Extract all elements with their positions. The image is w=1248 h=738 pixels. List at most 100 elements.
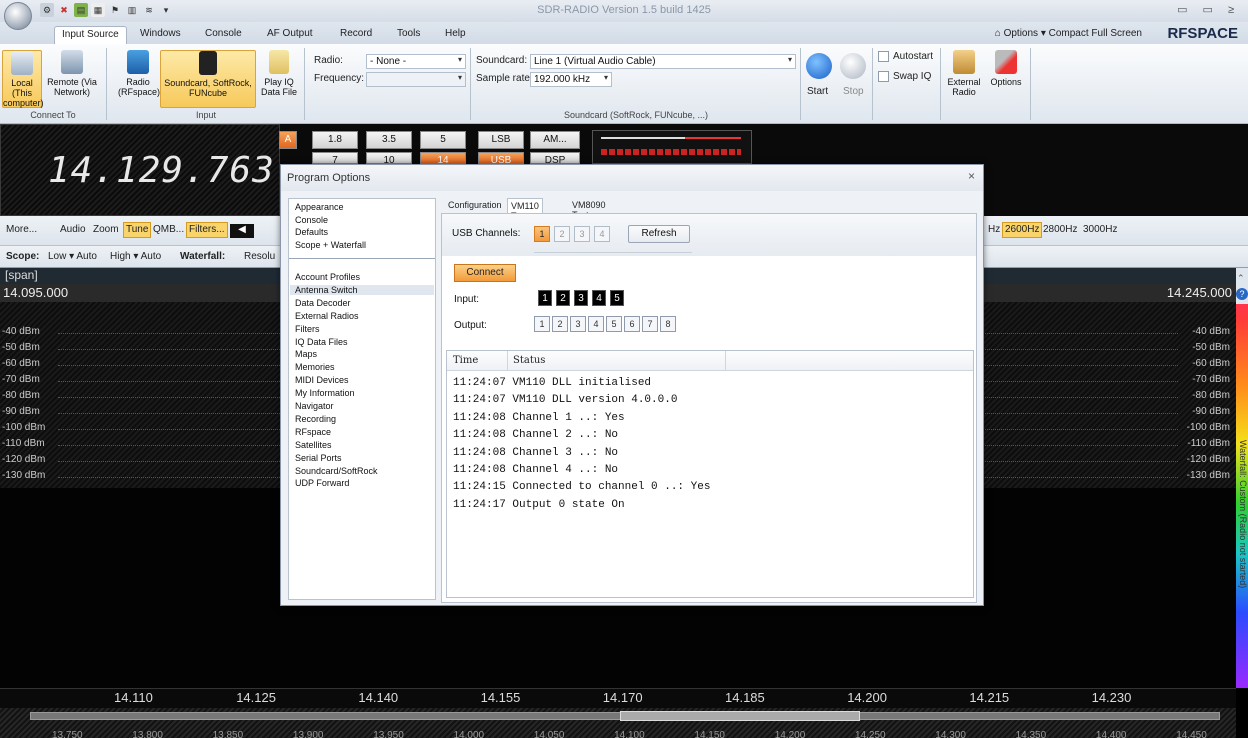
tune-button[interactable]: Tune [123,222,152,238]
time-column-header[interactable]: Time [453,355,478,366]
radio-select[interactable]: - None - ▾ [366,54,466,69]
low-auto-dropdown[interactable]: Low ▾ Auto [48,251,97,262]
filter-3000[interactable]: 3000Hz [1083,224,1117,235]
output-button[interactable]: 1 [534,316,550,332]
options-item[interactable]: Maps [295,349,317,359]
zoom-slider-thumb[interactable] [620,711,860,721]
help-icon[interactable]: ? [1236,288,1248,300]
tab-af-output[interactable]: AF Output [260,26,320,44]
options-button[interactable]: Options [986,50,1026,87]
usb-channel-4[interactable]: 4 [594,226,610,242]
output-button[interactable]: 6 [624,316,640,332]
options-item[interactable]: UDP Forward [295,478,349,488]
options-item[interactable]: Navigator [295,401,334,411]
remote-network-button[interactable]: Remote (Via Network) [44,50,100,97]
compact-link[interactable]: Compact [1049,28,1089,39]
output-button[interactable]: 3 [570,316,586,332]
options-item[interactable]: Soundcard/SoftRock [295,466,378,476]
collapse-icon[interactable]: ⌃ [1237,273,1245,284]
zoom-button[interactable]: Zoom [93,224,119,235]
frequency-select[interactable]: ▾ [366,72,466,87]
usb-channel-2[interactable]: 2 [554,226,570,242]
output-button[interactable]: 2 [552,316,568,332]
options-item[interactable]: MIDI Devices [295,375,349,385]
external-radio-button[interactable]: External Radio [944,50,984,97]
start-icon[interactable] [806,53,832,79]
tab-vm8090-test[interactable]: VM8090 Test [569,198,609,220]
refresh-button[interactable]: Refresh [628,225,690,243]
tab-console[interactable]: Console [198,26,249,44]
filter-2800[interactable]: 2800Hz [1043,224,1077,235]
usb-channel-3[interactable]: 3 [574,226,590,242]
tab-windows[interactable]: Windows [133,26,188,44]
more-button[interactable]: More... [6,224,37,235]
output-button[interactable]: 7 [642,316,658,332]
filter-2600[interactable]: 2600Hz [1002,222,1043,238]
audio-button[interactable]: Audio [60,224,86,235]
mode-lsb[interactable]: LSB [478,131,524,149]
application-orb-button[interactable] [4,2,32,30]
options-item[interactable]: Scope + Waterfall [295,240,366,250]
options-item[interactable]: Memories [295,362,335,372]
mode-am[interactable]: AM... [530,131,580,149]
tab-record[interactable]: Record [333,26,379,44]
autostart-checkbox[interactable]: Autostart [878,51,933,62]
radio-rfspace-button[interactable]: Radio (RFspace) [118,50,160,97]
soundcard-select[interactable]: Line 1 (Virtual Audio Cable) ▾ [530,54,796,69]
play-iq-button[interactable]: Play IQ Data File [258,50,300,97]
options-item[interactable]: Satellites [295,440,332,450]
local-computer-button[interactable]: Local (This computer) [2,50,44,108]
usb-channel-1[interactable]: 1 [534,226,550,242]
swap-iq-checkbox[interactable]: Swap IQ [878,71,931,82]
output-button[interactable]: 5 [606,316,622,332]
band-14[interactable]: 14 [420,152,466,166]
mode-dsp[interactable]: DSP [530,152,580,166]
soundcard-button[interactable]: Soundcard, SoftRock, FUNcube [160,50,256,108]
sample-rate-select[interactable]: 192.000 kHz ▾ [530,72,612,87]
frequency-display[interactable]: 14.129.763 [48,150,275,191]
options-item[interactable]: Defaults [295,227,328,237]
close-icon[interactable]: × [968,169,975,183]
tab-configuration[interactable]: Configuration [445,198,505,214]
qmb-button[interactable]: QMB... [153,224,184,235]
status-column-header[interactable]: Status [513,355,545,366]
resolution-dropdown[interactable]: Resolu [244,251,275,262]
start-button[interactable]: Start [807,86,828,97]
options-item[interactable]: RFspace [295,427,331,437]
high-auto-dropdown[interactable]: High ▾ Auto [110,251,161,262]
output-button[interactable]: 4 [588,316,604,332]
band-3-5[interactable]: 3.5 [366,131,412,149]
window-controls[interactable]: ▭ ▭ ≥ [1177,3,1240,16]
connect-button[interactable]: Connect [454,264,516,282]
band-1-8[interactable]: 1.8 [312,131,358,149]
status-log[interactable]: Time Status 11:24:07 VM110 DLL initialis… [446,350,974,598]
stop-button[interactable]: Stop [843,86,864,97]
options-item[interactable]: Account Profiles [295,272,360,282]
options-item[interactable]: Appearance [295,202,344,212]
options-item[interactable]: Filters [295,324,320,334]
a-button[interactable]: A [279,131,297,149]
tab-input-source[interactable]: Input Source [54,26,127,44]
overview-tick-label: 14.450 [1176,730,1207,738]
band-7[interactable]: 7 [312,152,358,166]
tab-vm110-test[interactable]: VM110 Test [507,198,543,221]
band-5[interactable]: 5 [420,131,466,149]
options-item[interactable]: External Radios [295,311,359,321]
options-item[interactable]: My Information [295,388,355,398]
options-item[interactable]: Antenna Switch [290,284,434,295]
options-item[interactable]: Recording [295,414,336,424]
full-screen-link[interactable]: Full Screen [1091,28,1142,39]
tab-help[interactable]: Help [438,26,473,44]
options-item[interactable]: Console [295,215,328,225]
options-menu[interactable]: Options ▾ [1004,28,1046,39]
stop-icon[interactable] [840,53,866,79]
band-10[interactable]: 10 [366,152,412,166]
options-item[interactable]: Data Decoder [295,298,351,308]
slider-left-icon[interactable]: ◀ [230,224,254,238]
filters-button[interactable]: Filters... [186,222,228,238]
options-item[interactable]: IQ Data Files [295,337,348,347]
output-button[interactable]: 8 [660,316,676,332]
tab-tools[interactable]: Tools [390,26,427,44]
options-item[interactable]: Serial Ports [295,453,342,463]
mode-usb[interactable]: USB [478,152,524,166]
